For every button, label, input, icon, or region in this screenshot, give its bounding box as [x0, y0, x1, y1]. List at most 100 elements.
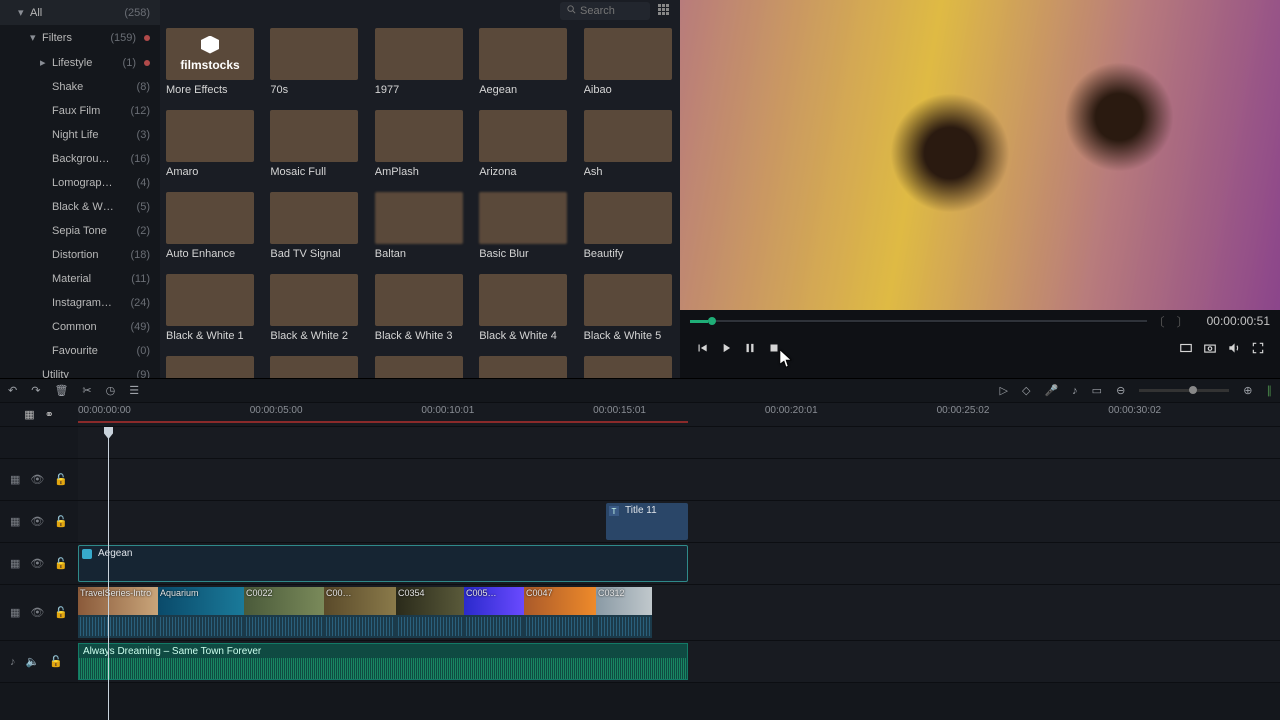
sidebar-item-count: (2): [137, 225, 150, 237]
sidebar-item[interactable]: Sepia Tone(2): [0, 219, 160, 243]
effect-thumbnail[interactable]: [166, 356, 256, 378]
sidebar-item[interactable]: Material(11): [0, 267, 160, 291]
effect-thumbnail[interactable]: Aibao: [584, 28, 674, 96]
aspect-icon[interactable]: [1174, 336, 1198, 360]
sidebar-item[interactable]: Black & W…(5): [0, 195, 160, 219]
lock-icon[interactable]: 🔓: [49, 655, 63, 668]
effect-thumbnail[interactable]: [479, 356, 569, 378]
video-clip[interactable]: C0354: [396, 587, 464, 615]
delete-icon[interactable]: 🗑: [54, 384, 68, 397]
volume-icon[interactable]: [1222, 336, 1246, 360]
video-clip[interactable]: Aquarium: [158, 587, 244, 615]
effect-thumbnail[interactable]: Black & White 2: [270, 274, 360, 342]
lock-icon[interactable]: 🔓: [54, 557, 68, 570]
record-vo-icon[interactable]: 🎤: [1044, 384, 1058, 397]
effect-thumbnail[interactable]: AmPlash: [375, 110, 465, 178]
sidebar-item[interactable]: Shake(8): [0, 75, 160, 99]
audio-meter-icon[interactable]: ∥: [1267, 384, 1273, 397]
video-clip[interactable]: C005…: [464, 587, 524, 615]
effect-thumbnail[interactable]: Auto Enhance: [166, 192, 256, 260]
clip-waveform: [78, 615, 158, 638]
render-icon[interactable]: ▷: [1000, 384, 1008, 397]
mute-icon[interactable]: 🔈: [26, 655, 40, 668]
pause-button[interactable]: [738, 336, 762, 360]
video-clip[interactable]: C0047: [524, 587, 596, 615]
sidebar-item[interactable]: Lomograp…(4): [0, 171, 160, 195]
effect-thumbnail[interactable]: [375, 356, 465, 378]
sidebar-item[interactable]: ▸Lifestyle(1): [0, 50, 160, 75]
title-clip[interactable]: T Title 11: [606, 503, 688, 540]
visibility-icon[interactable]: 👁: [30, 515, 44, 528]
play-button[interactable]: [714, 336, 738, 360]
music-icon[interactable]: ♪: [1072, 385, 1078, 397]
effect-thumbnail[interactable]: Black & White 1: [166, 274, 256, 342]
track-manage-icon[interactable]: ▦: [24, 408, 34, 421]
visibility-icon[interactable]: 👁: [30, 473, 44, 486]
sidebar-item[interactable]: Night Life(3): [0, 123, 160, 147]
grid-view-icon[interactable]: [658, 4, 672, 18]
sidebar-item[interactable]: Distortion(18): [0, 243, 160, 267]
effect-thumbnail[interactable]: [270, 356, 360, 378]
effect-thumbnail[interactable]: Arizona: [479, 110, 569, 178]
timeline-ruler[interactable]: 00:00:00:0000:00:05:0000:00:10:0100:00:1…: [78, 403, 1280, 426]
preview-scrubber[interactable]: 〔 〕 00:00:00:51: [690, 314, 1270, 328]
sidebar-item[interactable]: Favourite(0): [0, 339, 160, 363]
video-clip[interactable]: C00…: [324, 587, 396, 615]
preview-viewport[interactable]: [680, 0, 1280, 310]
lock-icon[interactable]: 🔓: [54, 606, 68, 619]
effect-thumbnail[interactable]: Black & White 3: [375, 274, 465, 342]
effect-thumbnail[interactable]: Black & White 4: [479, 274, 569, 342]
search-input[interactable]: [580, 5, 640, 17]
sidebar-item-count: (18): [130, 249, 150, 261]
effect-thumbnail[interactable]: Mosaic Full: [270, 110, 360, 178]
effect-thumbnail[interactable]: Beautify: [584, 192, 674, 260]
lock-icon[interactable]: 🔓: [54, 515, 68, 528]
effect-thumbnail[interactable]: filmstocksMore Effects: [166, 28, 256, 96]
search-box[interactable]: [560, 2, 650, 20]
link-icon[interactable]: ⚭: [45, 408, 54, 421]
effect-thumbnail[interactable]: Baltan: [375, 192, 465, 260]
video-clip[interactable]: C0312: [596, 587, 652, 615]
sidebar-item[interactable]: Common(49): [0, 315, 160, 339]
visibility-icon[interactable]: 👁: [30, 606, 44, 619]
mouse-cursor: [780, 350, 792, 368]
prev-frame-button[interactable]: [690, 336, 714, 360]
effect-clip[interactable]: Aegean: [78, 545, 688, 582]
speed-icon[interactable]: ◷: [106, 384, 116, 397]
effect-thumbnail[interactable]: Bad TV Signal: [270, 192, 360, 260]
list-icon[interactable]: ☰: [129, 384, 139, 397]
snapshot-icon[interactable]: [1198, 336, 1222, 360]
effect-thumbnail[interactable]: Aegean: [479, 28, 569, 96]
effect-thumbnail[interactable]: Ash: [584, 110, 674, 178]
sidebar-item[interactable]: ▾All(258): [0, 0, 160, 25]
cut-icon[interactable]: ✂: [82, 384, 91, 397]
undo-icon[interactable]: ↶: [8, 384, 17, 397]
lock-icon[interactable]: 🔓: [54, 473, 68, 486]
chevron-icon: ▾: [18, 6, 26, 19]
effect-thumbnail[interactable]: 70s: [270, 28, 360, 96]
sidebar-item[interactable]: Instagram…(24): [0, 291, 160, 315]
track-video-main: ▦ 👁 🔓 TravelSeries-IntroAquariumC0022C00…: [0, 585, 1280, 641]
video-clip[interactable]: TravelSeries-Intro: [78, 587, 158, 615]
ruler-timestamp: 00:00:15:01: [593, 405, 646, 416]
sidebar-item[interactable]: ▾Filters(159): [0, 25, 160, 50]
audio-clip[interactable]: Always Dreaming – Same Town Forever: [78, 643, 688, 680]
effect-thumbnail[interactable]: Amaro: [166, 110, 256, 178]
sidebar-item[interactable]: Faux Film(12): [0, 99, 160, 123]
playhead[interactable]: [108, 427, 109, 720]
sidebar-item[interactable]: Backgrou…(16): [0, 147, 160, 171]
fullscreen-icon[interactable]: [1246, 336, 1270, 360]
zoom-out-icon[interactable]: ⊖: [1116, 384, 1125, 397]
effect-thumbnail[interactable]: Basic Blur: [479, 192, 569, 260]
effect-thumbnail[interactable]: 1977: [375, 28, 465, 96]
visibility-icon[interactable]: 👁: [30, 557, 44, 570]
zoom-slider[interactable]: [1139, 389, 1229, 392]
sidebar-item[interactable]: Utility(9): [0, 363, 160, 378]
effect-thumbnail[interactable]: Black & White 5: [584, 274, 674, 342]
video-clip[interactable]: C0022: [244, 587, 324, 615]
crop-icon[interactable]: ▭: [1092, 384, 1102, 397]
effect-thumbnail[interactable]: [584, 356, 674, 378]
zoom-in-icon[interactable]: ⊕: [1243, 384, 1252, 397]
marker-icon[interactable]: ◇: [1022, 384, 1030, 397]
redo-icon[interactable]: ↷: [31, 384, 40, 397]
